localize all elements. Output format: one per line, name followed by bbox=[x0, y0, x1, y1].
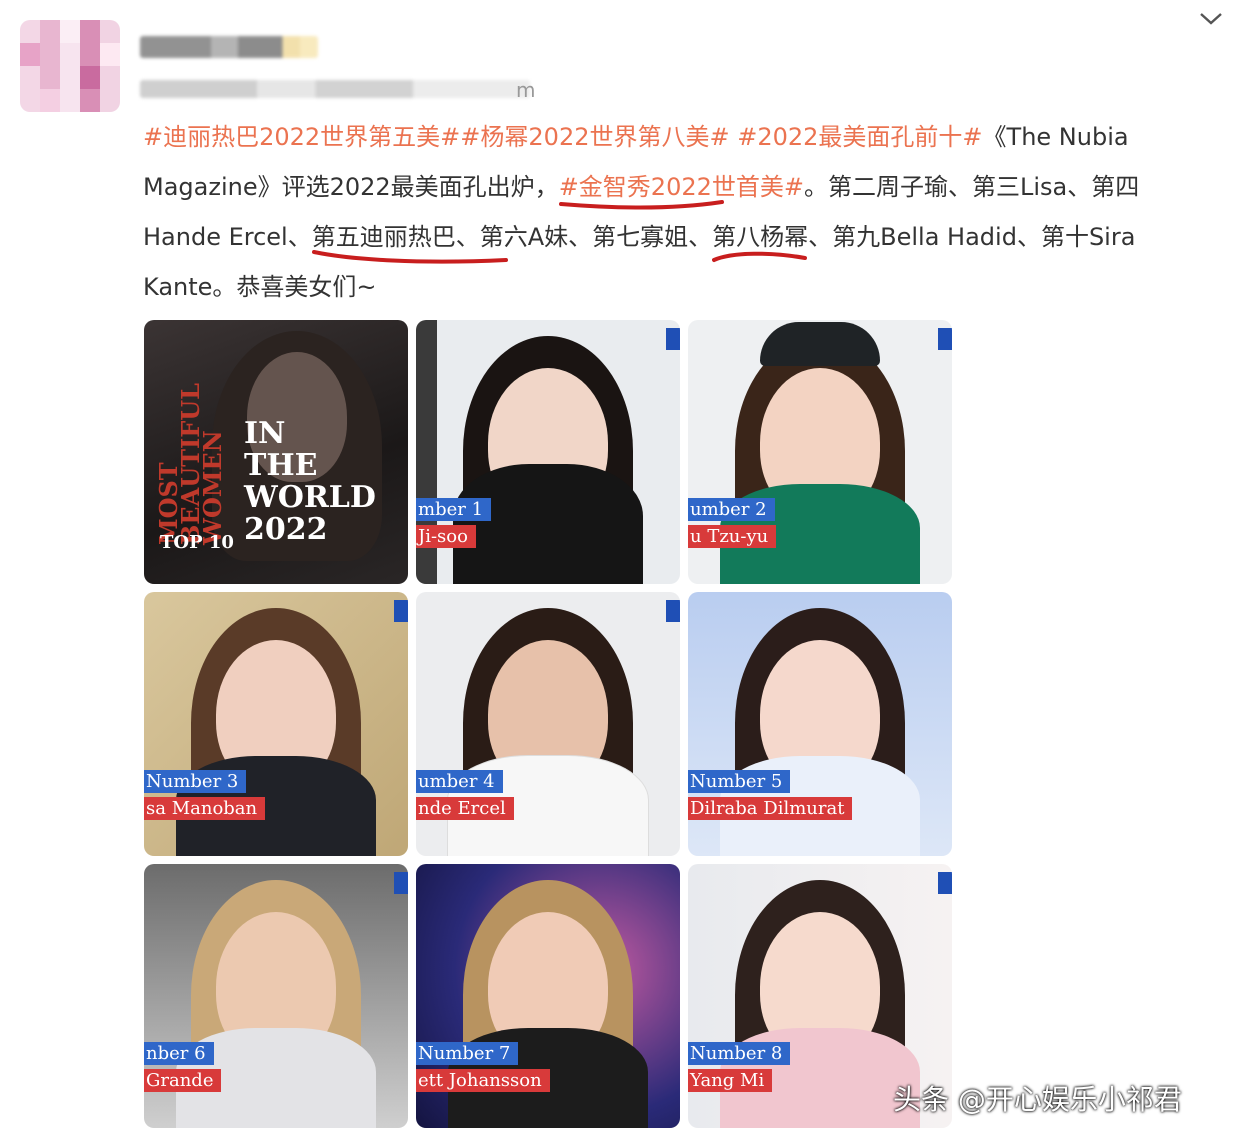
rank-number-label: umber 4 bbox=[416, 770, 503, 793]
brand-badge bbox=[394, 600, 408, 622]
rank-name-label: Grande bbox=[144, 1069, 222, 1092]
rank-name-label: Yang Mi bbox=[688, 1069, 773, 1092]
rank-name-label: ett Johansson bbox=[416, 1069, 550, 1092]
gallery-image-cover[interactable]: MOST BEAUTIFUL WOMEN TOP 10 IN THE WORLD… bbox=[144, 320, 408, 584]
gallery-image[interactable]: Number 3 sa Manoban bbox=[144, 592, 408, 856]
post-text-segment: 、第六A妹、第七寡姐、 bbox=[455, 223, 713, 251]
brand-badge bbox=[666, 328, 680, 350]
brand-badge bbox=[938, 872, 952, 894]
brand-badge bbox=[394, 872, 408, 894]
rank-name-label: Ji-soo bbox=[416, 525, 476, 548]
red-underline-mark bbox=[311, 250, 508, 264]
rank-number-label: Number 5 bbox=[688, 770, 791, 793]
rank-number-label: nber 6 bbox=[144, 1042, 214, 1065]
gallery-image[interactable]: Number 7 ett Johansson bbox=[416, 864, 680, 1128]
gallery-image[interactable]: umber 2 u Tzu-yu bbox=[688, 320, 952, 584]
post-text: #迪丽热巴2022世界第五美##杨幂2022世界第八美# #2022最美面孔前十… bbox=[143, 112, 1213, 312]
chevron-down-icon[interactable] bbox=[1198, 8, 1224, 28]
brand-badge bbox=[938, 328, 952, 350]
rank-number-label: mber 1 bbox=[416, 498, 492, 521]
gallery-image[interactable]: umber 4 nde Ercel bbox=[416, 592, 680, 856]
rank-name-label: nde Ercel bbox=[416, 797, 514, 820]
hashtag-link[interactable]: #迪丽热巴2022世界第五美# bbox=[143, 123, 460, 151]
rank-number-label: Number 3 bbox=[144, 770, 247, 793]
cover-top10: TOP 10 bbox=[160, 532, 234, 553]
cover-side-text: MOST BEAUTIFUL WOMEN bbox=[154, 382, 227, 545]
brand-badge bbox=[666, 600, 680, 622]
hashtag-link[interactable]: #杨幂2022世界第八美# bbox=[460, 123, 729, 151]
hashtag-link[interactable]: #2022最美面孔前十# bbox=[737, 123, 982, 151]
rank-name-label: u Tzu-yu bbox=[688, 525, 777, 548]
author-name-blurred[interactable] bbox=[140, 36, 318, 58]
post-meta-suffix: m bbox=[516, 78, 536, 102]
post-meta-blurred bbox=[140, 80, 530, 98]
rank-number-label: umber 2 bbox=[688, 498, 775, 521]
image-gallery: MOST BEAUTIFUL WOMEN TOP 10 IN THE WORLD… bbox=[144, 320, 952, 1128]
hashtag-link[interactable]: #金智秀2022世首美# bbox=[559, 173, 804, 201]
gallery-image[interactable]: Number 5 Dilraba Dilmurat bbox=[688, 592, 952, 856]
author-avatar[interactable] bbox=[20, 20, 120, 112]
watermark: 头条 @开心娱乐小祁君 bbox=[893, 1083, 1182, 1116]
rank-name-label: Dilraba Dilmurat bbox=[688, 797, 853, 820]
cover-title: IN THE WORLD 2022 bbox=[244, 416, 376, 547]
highlight-rank-5: 第五迪丽热巴 bbox=[311, 223, 456, 251]
rank-number-label: Number 7 bbox=[416, 1042, 519, 1065]
gallery-image[interactable]: mber 1 Ji-soo bbox=[416, 320, 680, 584]
highlight-rank-8: 第八杨幂 bbox=[712, 223, 809, 251]
rank-name-label: sa Manoban bbox=[144, 797, 266, 820]
rank-number-label: Number 8 bbox=[688, 1042, 791, 1065]
gallery-image[interactable]: nber 6 Grande bbox=[144, 864, 408, 1128]
